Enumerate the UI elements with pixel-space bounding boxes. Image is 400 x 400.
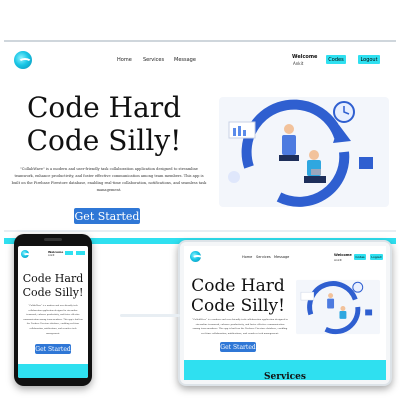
desktop-divider xyxy=(4,230,396,232)
desktop-mockup: Home Services Message Welcome Ankit Code… xyxy=(4,40,396,244)
tablet-frame: Home Services Message Welcome Ankit Code… xyxy=(178,240,392,386)
desktop-base-shadow xyxy=(120,314,180,317)
tablet-services-heading: Services xyxy=(264,372,306,380)
phone-hero-description: "CollabWave" is a modern and user-friend… xyxy=(23,305,83,335)
desktop-logout-button[interactable]: Logout xyxy=(358,55,380,64)
desktop-get-started-button[interactable]: Get Started xyxy=(74,208,140,224)
phone-codes-button[interactable] xyxy=(65,251,73,255)
tablet-screen: Home Services Message Welcome Ankit Code… xyxy=(184,246,386,380)
tablet-nav-message[interactable]: Message xyxy=(274,255,289,259)
desktop-nav-home[interactable]: Home xyxy=(117,57,132,63)
tablet-nav-user: Ankit xyxy=(334,258,342,262)
tablet-logo[interactable] xyxy=(190,251,203,262)
tablet-get-started-button[interactable]: Get Started xyxy=(220,342,256,352)
tablet-codes-button[interactable]: Codes xyxy=(354,254,366,260)
tablet-logout-button[interactable]: Logout xyxy=(370,254,383,260)
desktop-hero-description: "CollabWave" is a modern and user-friend… xyxy=(11,167,207,192)
tablet-hero-illustration xyxy=(296,279,380,335)
desktop-nav-welcome: Welcome xyxy=(292,54,318,60)
phone-cyan-band xyxy=(18,364,88,378)
phone-screen: Welcome Ankit Code Hard Code Silly! "Col… xyxy=(18,246,88,378)
phone-nav-user: Ankit xyxy=(48,254,55,257)
tablet-hero-description: "CollabWave" is a modern and user-friend… xyxy=(192,318,288,335)
tablet-hero-line1: Code Hard xyxy=(191,276,285,296)
desktop-hero-line1: Code Hard xyxy=(26,91,182,124)
desktop-nav-services[interactable]: Services xyxy=(143,57,164,63)
phone-get-started-button[interactable]: Get Started xyxy=(35,344,71,354)
phone-speaker xyxy=(44,238,62,241)
phone-hero-line2: Code Silly! xyxy=(22,286,84,299)
desktop-logo[interactable] xyxy=(14,51,33,69)
phone-hero-line1: Code Hard xyxy=(22,272,84,285)
phone-frame: Welcome Ankit Code Hard Code Silly! "Col… xyxy=(14,234,92,386)
desktop-hero-line2: Code Silly! xyxy=(26,124,182,157)
desktop-codes-button[interactable]: Codes xyxy=(326,55,346,64)
phone-logout-button[interactable] xyxy=(76,251,85,255)
desktop-nav-message[interactable]: Message xyxy=(174,57,196,63)
desktop-nav-user: Ankit xyxy=(293,61,304,66)
tablet-hero-line2: Code Silly! xyxy=(191,296,285,316)
tablet-nav-welcome: Welcome xyxy=(334,253,352,257)
desktop-hero-illustration xyxy=(219,97,389,207)
tablet-nav-home[interactable]: Home xyxy=(242,255,252,259)
phone-logo[interactable] xyxy=(21,250,32,258)
tablet-nav-services[interactable]: Services xyxy=(256,255,271,259)
